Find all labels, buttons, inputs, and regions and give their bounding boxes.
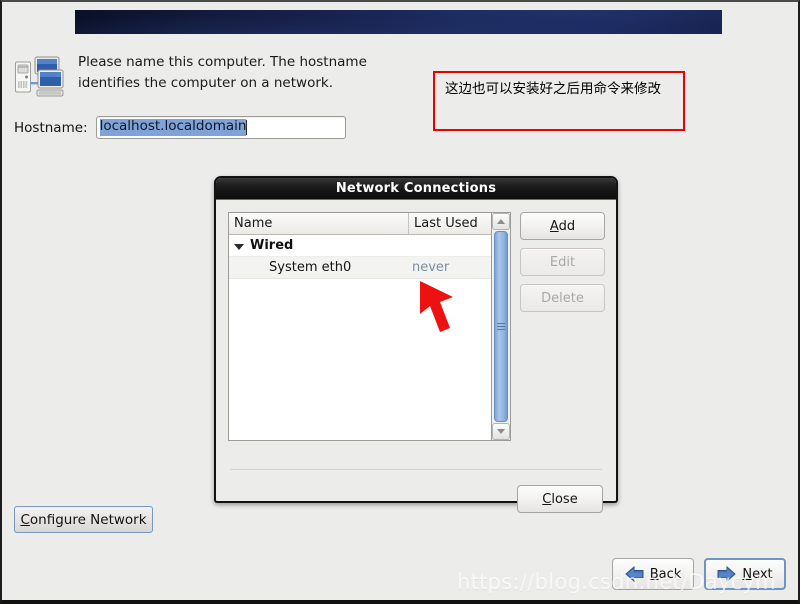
dialog-titlebar[interactable]: Network Connections <box>216 178 616 200</box>
configure-network-button[interactable]: Configure Network <box>14 506 153 533</box>
dialog-separator <box>230 469 602 470</box>
close-button[interactable]: Close <box>517 485 603 513</box>
hostname-input-value[interactable]: localhost.localdomain <box>99 119 247 136</box>
list-group-label: Wired <box>250 238 294 253</box>
configure-network-label: onfigure Network <box>29 511 147 528</box>
hostname-input[interactable]: localhost.localdomain <box>95 116 346 139</box>
column-header-last-used[interactable]: Last Used <box>409 213 491 234</box>
connections-list[interactable]: Name Last Used Wired System eth0 never <box>228 212 491 441</box>
connections-list-wrap: Name Last Used Wired System eth0 never <box>228 212 511 441</box>
network-connections-dialog: Network Connections Name Last Used Wired <box>214 176 618 513</box>
dialog-body: Name Last Used Wired System eth0 never A… <box>216 201 616 513</box>
column-header-name[interactable]: Name <box>229 213 409 234</box>
chevron-up-icon <box>497 219 505 224</box>
scroll-down-button[interactable] <box>492 423 510 440</box>
grip-icon <box>497 321 505 332</box>
list-scrollbar[interactable] <box>491 212 511 441</box>
hostname-label: Hostname: <box>14 119 88 136</box>
dialog-title: Network Connections <box>335 181 497 196</box>
annotation-note: 这边也可以安装好之后用命令来修改 <box>433 71 685 131</box>
computer-network-icon <box>14 54 64 100</box>
close-button-mnemonic: C <box>542 491 552 507</box>
edit-button[interactable]: Edit <box>520 248 605 276</box>
chevron-down-icon[interactable] <box>234 243 244 250</box>
delete-button[interactable]: Delete <box>520 284 605 312</box>
scrollbar-thumb[interactable] <box>494 231 508 422</box>
dialog-main: Name Last Used Wired System eth0 never A… <box>228 212 605 441</box>
configure-network-mnemonic: C <box>20 511 30 528</box>
scroll-up-button[interactable] <box>492 213 510 230</box>
scrollbar-track[interactable] <box>492 230 510 423</box>
list-item-last-used: never <box>412 260 450 275</box>
dialog-side-buttons: Add Edit Delete <box>520 212 605 441</box>
close-button-label: lose <box>551 491 578 507</box>
hostname-row: Hostname: localhost.localdomain <box>14 116 346 139</box>
edit-button-label: Edit <box>549 254 576 270</box>
list-rows: Wired System eth0 never <box>229 235 491 440</box>
intro-section: Please name this computer. The hostname … <box>14 50 394 100</box>
list-header: Name Last Used <box>229 213 491 235</box>
installer-banner <box>75 10 722 34</box>
list-group-wired[interactable]: Wired <box>229 235 491 257</box>
intro-text: Please name this computer. The hostname … <box>78 54 367 91</box>
text-caret <box>246 120 248 135</box>
list-item[interactable]: System eth0 never <box>229 257 491 279</box>
installer-screen: Please name this computer. The hostname … <box>0 0 800 604</box>
add-button[interactable]: Add <box>520 212 605 240</box>
chevron-down-icon <box>497 429 505 434</box>
add-button-mnemonic: A <box>549 218 559 234</box>
delete-button-label: Delete <box>541 290 584 306</box>
add-button-label: dd <box>558 218 576 234</box>
watermark: https://blog.csdn.net/Daycym <box>457 570 776 594</box>
list-item-name: System eth0 <box>269 260 352 275</box>
